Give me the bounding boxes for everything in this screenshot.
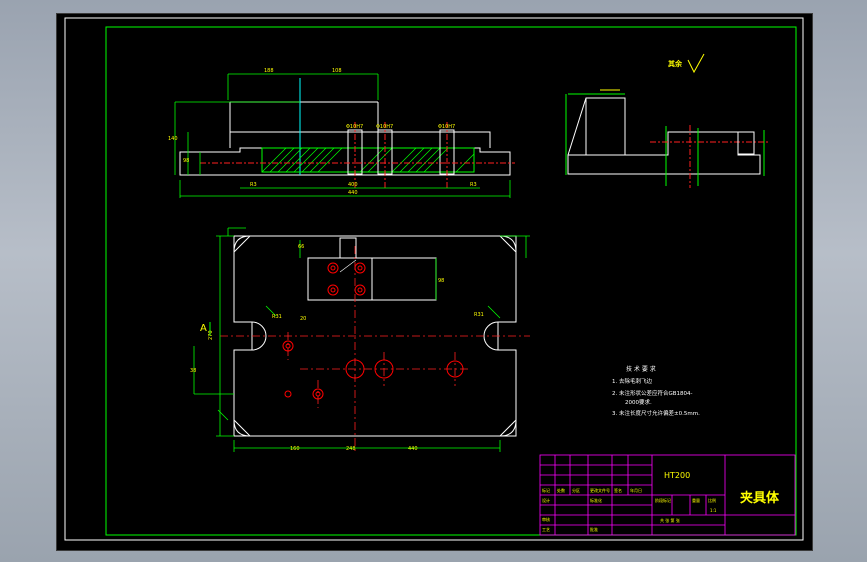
tech-item-1: 1. 去除毛刺飞边 [612,377,652,385]
roughness-symbol: 其余 [668,53,705,74]
tb-cell-12: 工艺 [542,527,550,532]
dim-r3-left: R3 [250,182,257,188]
tb-cell-15: 1:1 [710,508,717,513]
tb-cell-8: 阶段标记 [655,497,671,503]
dim-188: 188 [264,68,274,74]
plan-view: A 270 160 248 440 38 98 R31 R31 20 66 [190,227,530,452]
dim-38: 38 [190,368,196,374]
section-view: 188 108 140 98 R3 R3 Φ10H7 Φ10H7 Φ10H7 4… [168,68,515,198]
dim-160: 160 [290,446,300,452]
dim-270: 270 [208,330,214,340]
dim-r31-right: R31 [474,312,484,318]
material-text: HT200 [664,471,690,480]
tb-cell-7: 标准化 [590,497,602,503]
dim-248: 248 [346,446,356,452]
section-mark: A [200,323,207,334]
dim-98: 98 [183,158,189,164]
drawing-title: 夹具体 [740,490,780,506]
dim-r3-right: R3 [470,182,477,188]
roughness-label: 其余 [668,59,683,68]
tb-cell-0: 标记 [542,487,550,493]
sheet-border [64,17,804,541]
tech-heading: 技 术 要 求 [626,365,656,373]
inner-frame [105,26,797,536]
tb-cell-4: 签名 [614,487,622,493]
tech-requirements: 技 术 要 求 1. 去除毛刺飞边 2. 未注形状公差应符合GB1804- 20… [612,365,700,417]
tb-cell-2: 分区 [572,487,580,493]
dim-400: 400 [348,182,358,188]
dim-bore-2: Φ10H7 [376,124,393,130]
tech-item-2b: 2000要求. [625,398,652,406]
dim-20: 20 [300,316,306,322]
tb-cell-9: 重量 [692,497,700,503]
tb-cell-14: 共 张 第 张 [660,517,680,523]
tb-cell-3: 更改文件号 [590,487,610,493]
dim-140: 140 [168,136,178,142]
dim-108: 108 [332,68,342,74]
tech-item-3: 3. 未注长度尺寸允许偏差±0.5mm. [612,409,700,417]
dim-98-plan: 98 [438,278,444,284]
tb-cell-5: 年月日 [630,487,642,493]
side-view [565,89,770,188]
dim-440-top: 440 [348,190,358,196]
cad-drawing: 188 108 140 98 R3 R3 Φ10H7 Φ10H7 Φ10H7 4… [64,17,804,541]
dim-440-plan: 440 [408,446,418,452]
tb-cell-11: 审核 [542,516,550,522]
tb-cell-10: 比例 [708,497,716,503]
dim-r31-left: R31 [272,314,282,320]
tb-cell-1: 处数 [557,487,565,493]
dim-bore-3: Φ10H7 [438,124,455,130]
tech-item-2: 2. 未注形状公差应符合GB1804- [612,389,693,397]
dim-66: 66 [298,244,304,250]
tb-cell-6: 设计 [542,497,550,503]
tb-cell-13: 批准 [590,526,598,532]
dim-bore-1: Φ10H7 [346,124,363,130]
